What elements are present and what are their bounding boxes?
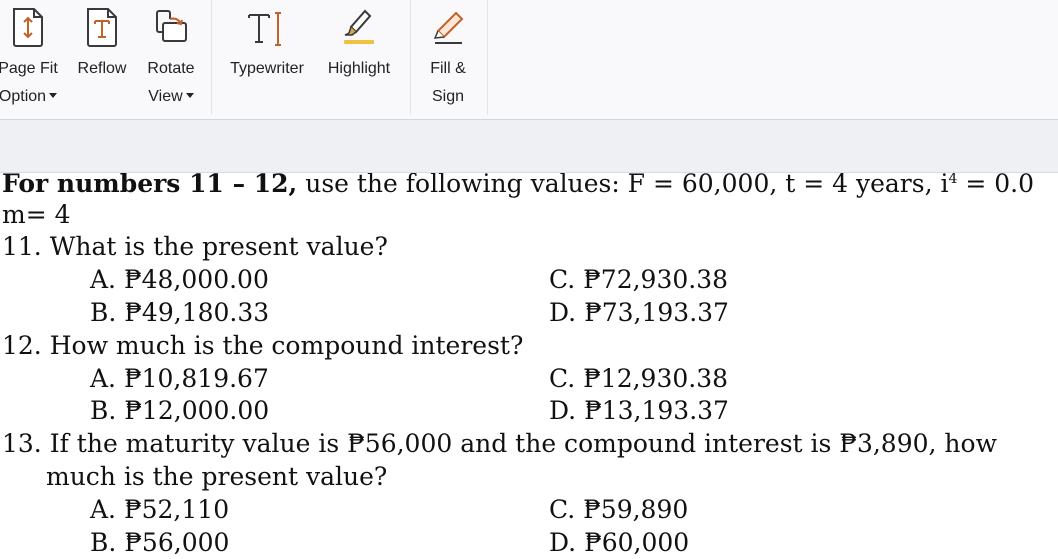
option-11-d[interactable]: D. ₱73,193.37 xyxy=(549,298,729,327)
highlight-label: Highlight xyxy=(327,60,391,77)
fill-sign-button[interactable]: Fill & Sign xyxy=(412,0,484,115)
question-12: 12. How much is the compound interest? xyxy=(2,331,524,360)
question-11: 11. What is the present value? xyxy=(2,232,388,261)
option-11-b[interactable]: B. ₱49,180.33 xyxy=(90,298,269,327)
option-13-b[interactable]: B. ₱56,000 xyxy=(90,528,229,557)
intro-text: use the following values: F = 60,000, t … xyxy=(297,173,949,198)
rotate-view-button[interactable]: Rotate View xyxy=(138,0,204,115)
page-gap xyxy=(0,120,1058,173)
question-13-line-2: much is the present value? xyxy=(46,462,388,491)
option-12-b[interactable]: B. ₱12,000.00 xyxy=(90,396,269,425)
reflow-icon xyxy=(82,2,122,52)
reflow-label: Reflow xyxy=(77,60,127,77)
intro-bold: For numbers 11 – 12, xyxy=(2,173,298,198)
chevron-down-icon xyxy=(185,93,194,98)
option-12-c[interactable]: C. ₱12,930.38 xyxy=(549,364,728,393)
page-fit-label: Page Fit Option xyxy=(0,60,58,105)
fill-sign-icon xyxy=(428,2,468,52)
question-13: 13. If the maturity value is ₱56,000 and… xyxy=(2,429,997,458)
option-11-c[interactable]: C. ₱72,930.38 xyxy=(549,265,728,294)
highlight-button[interactable]: Highlight xyxy=(318,0,400,115)
chevron-down-icon xyxy=(49,93,58,98)
toolbar-ribbon: Page Fit Option Reflow Rotate View Typew… xyxy=(0,0,1058,120)
group-divider xyxy=(211,0,212,115)
group-divider xyxy=(487,0,488,115)
option-13-c[interactable]: C. ₱59,890 xyxy=(549,495,688,524)
fill-sign-label: Fill & Sign xyxy=(430,60,466,105)
intro-line-2: m= 4 xyxy=(2,200,71,229)
reflow-button[interactable]: Reflow xyxy=(72,0,132,115)
page-fit-icon xyxy=(8,2,48,52)
option-13-d[interactable]: D. ₱60,000 xyxy=(549,528,689,557)
typewriter-label: Typewriter xyxy=(230,60,304,77)
option-12-a[interactable]: A. ₱10,819.67 xyxy=(90,364,269,393)
typewriter-button[interactable]: Typewriter xyxy=(222,0,312,115)
rotate-view-label: Rotate View xyxy=(147,60,195,105)
rotate-view-icon xyxy=(151,2,191,52)
group-divider xyxy=(410,0,411,115)
option-11-a[interactable]: A. ₱48,000.00 xyxy=(90,265,269,294)
page-fit-option-button[interactable]: Page Fit Option xyxy=(0,0,68,115)
highlight-icon xyxy=(339,2,379,52)
option-12-d[interactable]: D. ₱13,193.37 xyxy=(549,396,729,425)
option-13-a[interactable]: A. ₱52,110 xyxy=(90,495,229,524)
typewriter-icon xyxy=(247,2,287,52)
document-page: For numbers 11 – 12, use the following v… xyxy=(0,173,1058,559)
intro-tail: = 0.0 xyxy=(957,173,1035,198)
intro-line: For numbers 11 – 12, use the following v… xyxy=(2,173,1034,198)
